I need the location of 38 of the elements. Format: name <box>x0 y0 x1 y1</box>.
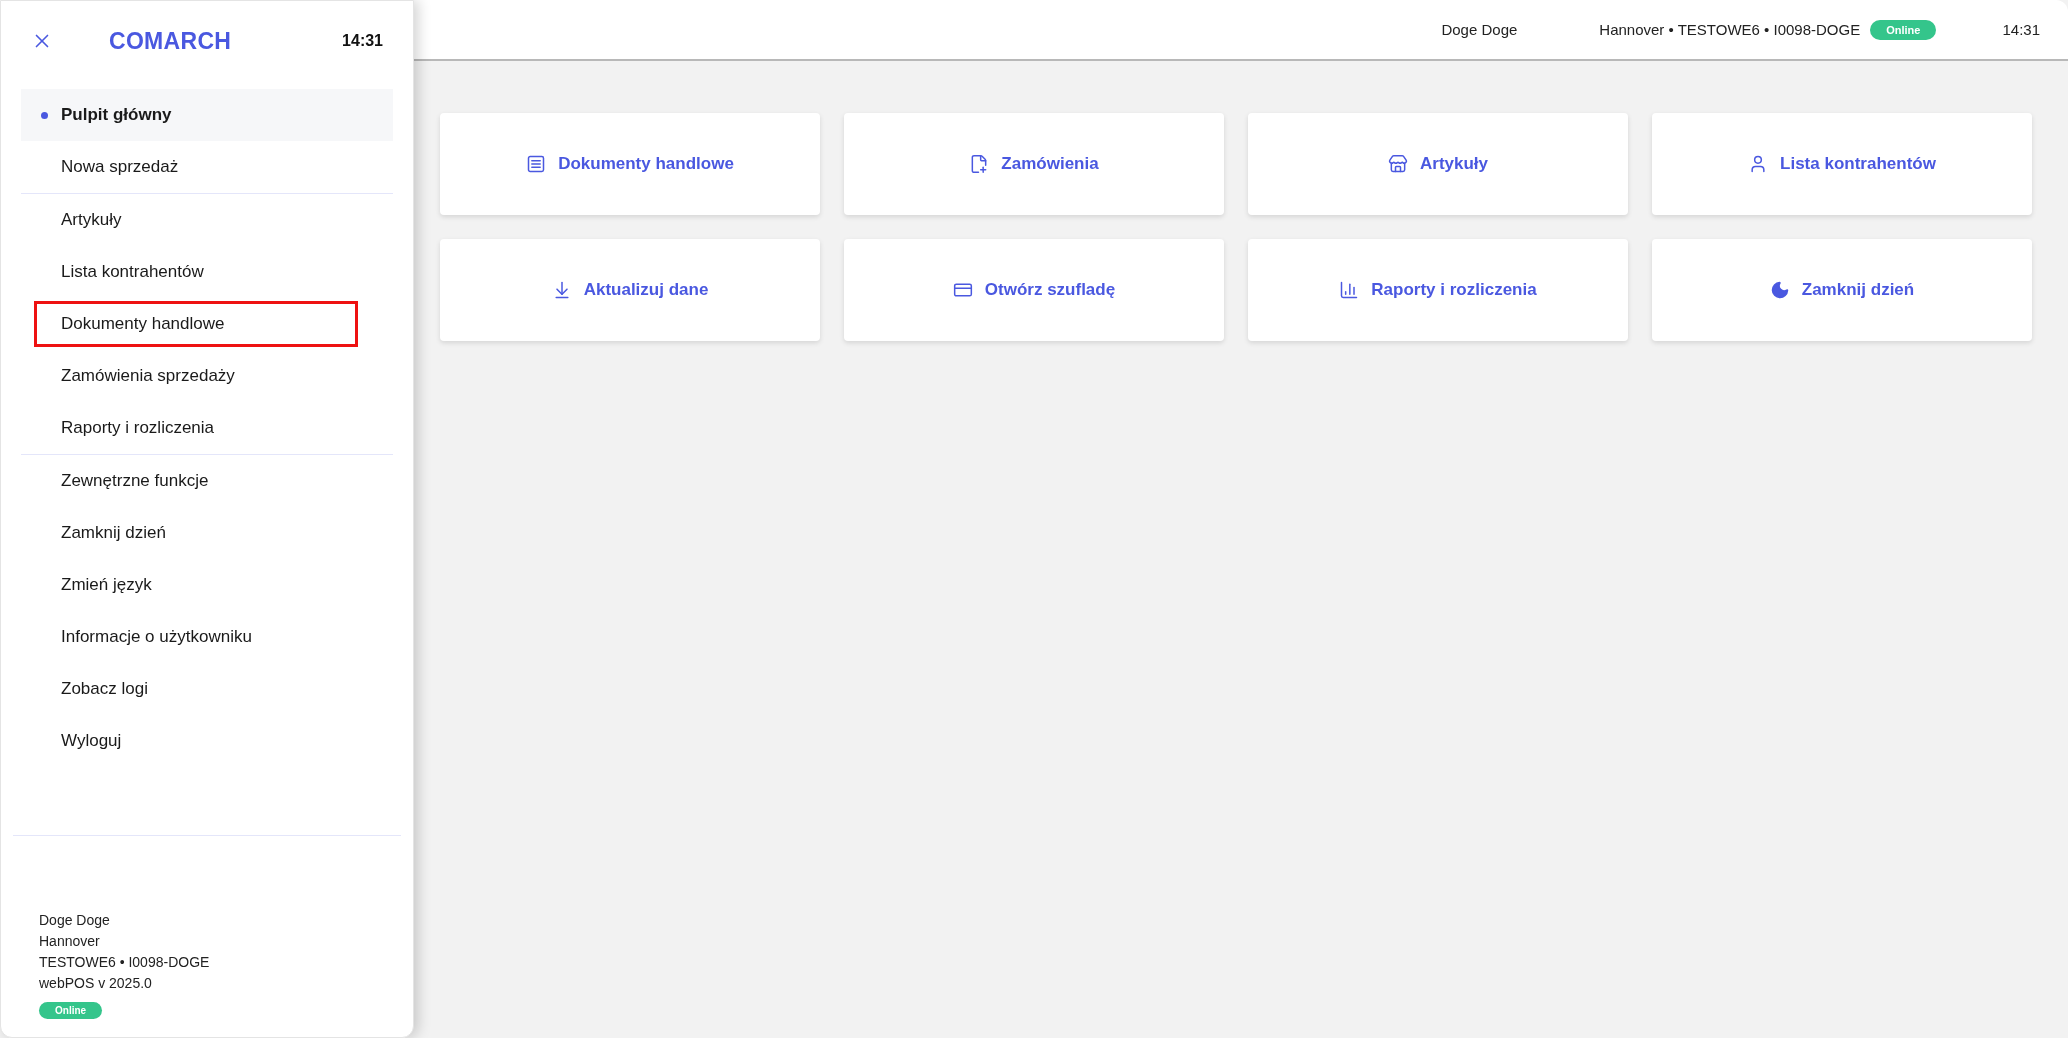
menu-item[interactable]: Zamówienia sprzedaży <box>21 350 393 402</box>
menu-item[interactable]: Pulpit główny <box>21 89 393 141</box>
dashboard-tile[interactable]: Raporty i rozliczenia <box>1248 239 1628 341</box>
brand-logo: COMARCH <box>109 27 232 55</box>
status-badge: Online <box>39 1002 103 1019</box>
bar-chart-icon <box>1339 280 1360 300</box>
location-info: Hannover • TESTOWE6 • I0098-DOGE <box>1599 21 1861 38</box>
card-icon <box>952 280 973 300</box>
clock-time: 14:31 <box>2002 21 2040 38</box>
dashboard-tile[interactable]: Lista kontrahentów <box>1652 113 2032 215</box>
menu-item[interactable]: Raporty i rozliczenia <box>21 402 393 454</box>
status-badge: Online <box>1870 19 1937 40</box>
active-dot-icon <box>41 112 48 119</box>
clock-time: 14:31 <box>342 32 383 50</box>
menu-item[interactable]: Lista kontrahentów <box>21 246 393 298</box>
dashboard-tile[interactable]: Aktualizuj dane <box>440 239 820 341</box>
footer-info: TESTOWE6 • I0098-DOGE <box>39 953 210 972</box>
list-icon <box>526 154 547 174</box>
dashboard-tile[interactable]: Artykuły <box>1248 113 1628 215</box>
menu-item[interactable]: Nowa sprzedaż <box>21 141 393 193</box>
menu-item[interactable]: Zobacz logi <box>21 663 393 715</box>
menu-item[interactable]: Artykuły <box>21 194 393 246</box>
user-name: Doge Doge <box>1441 21 1518 38</box>
dashboard-tile[interactable]: Dokumenty handlowe <box>440 113 820 215</box>
dashboard-tile[interactable]: Zamknij dzień <box>1652 239 2032 341</box>
footer-info: webPOS v 2025.0 <box>39 974 152 993</box>
footer-info: Doge Doge <box>39 911 110 930</box>
dashboard-tile[interactable]: Zamówienia <box>844 113 1224 215</box>
menu-item[interactable]: Zmień język <box>21 559 393 611</box>
store-icon <box>1388 154 1408 174</box>
menu-item[interactable]: Zamknij dzień <box>21 507 393 559</box>
dashboard-tile[interactable]: Otwórz szufladę <box>844 239 1224 341</box>
moon-icon <box>1769 280 1790 300</box>
menu-item[interactable]: Informacje o użytkowniku <box>21 611 393 663</box>
menu-item[interactable]: Zewnętrzne funkcje <box>21 455 393 507</box>
footer-info: Hannover <box>39 932 100 951</box>
menu-item[interactable]: Wyloguj <box>21 715 393 767</box>
menu-item[interactable]: Dokumenty handlowe <box>31 298 361 350</box>
